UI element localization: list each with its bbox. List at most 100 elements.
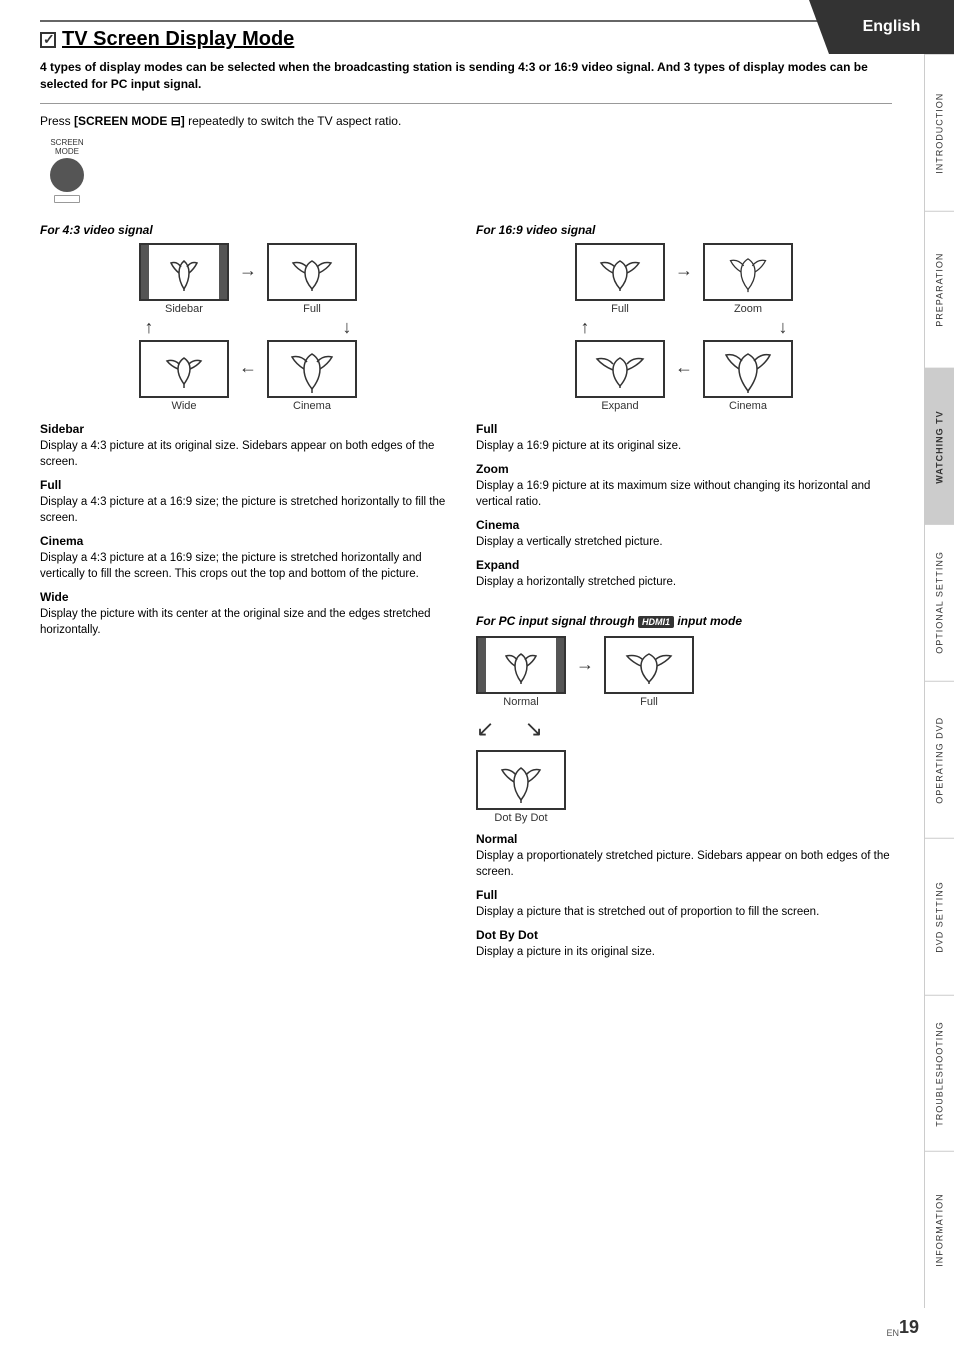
tv-169-expand-box: [575, 340, 665, 398]
signal-43-title: For 4:3 video signal: [40, 223, 456, 237]
arrow-down-right: ↓: [343, 317, 352, 338]
sidebar-section-info: INFORMATION: [925, 1151, 954, 1308]
right-sidebar: INTRODUCTION PREPARATION WATCHING TV OPT…: [924, 54, 954, 1308]
sidebar-desc: Display a 4:3 picture at its original si…: [40, 438, 456, 470]
sidebar-section-operating: OPERATING DVD: [925, 681, 954, 838]
diag-full-top: Full: [267, 243, 357, 315]
arrows-169-vert: ↑ ↓: [476, 317, 892, 338]
diag-sidebar: Sidebar: [139, 243, 229, 315]
hdmi-badge: HDMI1: [638, 616, 674, 628]
arrow-left-1: ←: [239, 357, 257, 394]
pc-row1: Normal →: [476, 636, 694, 708]
arrow-pc-down-right: ↘: [524, 716, 542, 742]
arrow-169-up: ↑: [581, 317, 590, 338]
label-cinema: Cinema: [293, 400, 331, 412]
pc-title-before: For PC input signal through: [476, 614, 638, 628]
tv-pc-full-box: [604, 636, 694, 694]
expand-heading: Expand: [476, 558, 892, 572]
header-line: [40, 20, 892, 22]
pc-normal-cell: Normal: [476, 636, 566, 708]
arrow-pc-right: →: [576, 654, 594, 691]
pc-title: For PC input signal through HDMI1 input …: [476, 614, 892, 628]
arrow-up-left: ↑: [145, 317, 154, 338]
arrow-pc-down-left: ↙: [476, 716, 494, 742]
page-title: TV Screen Display Mode: [40, 28, 892, 51]
tulip-wide-svg: [149, 348, 219, 390]
title-text: TV Screen Display Mode: [62, 28, 294, 51]
sidebar-section-watching: WATCHING TV: [925, 368, 954, 525]
label-wide: Wide: [171, 400, 196, 412]
dbd-desc: Display a picture in its original size.: [476, 944, 892, 960]
diag-169-expand: Expand: [575, 340, 665, 412]
pc-title-text: For PC input signal through HDMI1 input …: [476, 614, 742, 628]
col-43: For 4:3 video signal: [40, 223, 456, 965]
cinema-heading-43: Cinema: [40, 534, 456, 548]
tulip-169-expand-svg: [585, 348, 655, 390]
page-number: 19: [899, 1317, 919, 1338]
tulip-169-zoom-svg: [713, 251, 783, 293]
label-169-full: Full: [611, 303, 629, 315]
arrow-169-down: ↓: [779, 317, 788, 338]
tulip-full-svg: [277, 251, 347, 293]
zoom-heading: Zoom: [476, 462, 892, 476]
checkbox-icon: [40, 32, 56, 48]
subtitle-text: 4 types of display modes can be selected…: [40, 59, 892, 93]
cinema-desc-169: Display a vertically stretched picture.: [476, 534, 892, 550]
label-pc-normal: Normal: [503, 696, 538, 708]
signal-169-title: For 16:9 video signal: [476, 223, 892, 237]
full-heading-pc: Full: [476, 888, 892, 902]
english-tab: English: [829, 0, 954, 54]
col-right: For 16:9 video signal Full: [476, 223, 892, 965]
full-desc-pc: Display a picture that is stretched out …: [476, 904, 892, 920]
cinema-heading-169: Cinema: [476, 518, 892, 532]
full-heading-169: Full: [476, 422, 892, 436]
press-instruction: Press [SCREEN MODE ⊟] repeatedly to swit…: [40, 114, 892, 128]
main-content: TV Screen Display Mode 4 types of displa…: [0, 0, 922, 1004]
sidebar-section-preparation: PREPARATION: [925, 211, 954, 368]
label-169-expand: Expand: [601, 400, 638, 412]
tv-169-cinema-box: [703, 340, 793, 398]
pc-arrows: ↙ ↘: [476, 716, 543, 742]
label-sidebar: Sidebar: [165, 303, 203, 315]
screen-mode-bold: [SCREEN MODE ⊟]: [74, 114, 185, 128]
diagram-169: Full → Zoom: [476, 243, 892, 412]
pc-section: For PC input signal through HDMI1 input …: [476, 614, 892, 960]
full-heading-43: Full: [40, 478, 456, 492]
tulip-169-full-svg: [585, 251, 655, 293]
arrow-right-1: →: [239, 260, 257, 297]
screen-mode-label: SCREENMODE: [50, 138, 83, 156]
tv-pc-normal-box: [476, 636, 566, 694]
pc-full-cell: Full: [604, 636, 694, 708]
diag-169-zoom: Zoom: [703, 243, 793, 315]
tulip-pc-full-svg: [614, 644, 684, 686]
sidebar-section-trouble: TROUBLESHOOTING: [925, 995, 954, 1152]
divider-line: [40, 103, 892, 104]
label-pc-full: Full: [640, 696, 658, 708]
diag-cinema: Cinema: [267, 340, 357, 412]
diag-169-full: Full: [575, 243, 665, 315]
cinema-desc-43: Display a 4:3 picture at a 16:9 size; th…: [40, 550, 456, 582]
english-label: English: [863, 18, 921, 36]
wide-desc: Display the picture with its center at t…: [40, 606, 456, 638]
button-monitor: [54, 195, 80, 203]
diag-row-169-1: Full → Zoom: [476, 243, 892, 315]
tv-full-box: [267, 243, 357, 301]
label-full-top: Full: [303, 303, 321, 315]
tulip-169-cinema-svg: [713, 343, 783, 395]
screen-mode-icon: SCREENMODE: [50, 138, 84, 203]
diag-wide: Wide: [139, 340, 229, 412]
sidebar-section-optional: OPTIONAL SETTING: [925, 524, 954, 681]
arrows-vert-row: ↑ ↓: [40, 317, 456, 338]
tulip-sidebar-svg: [159, 251, 209, 293]
pc-diagram: Normal →: [476, 636, 892, 824]
zoom-desc: Display a 16:9 picture at its maximum si…: [476, 478, 892, 510]
page-en-label: EN: [886, 1328, 899, 1338]
tulip-pc-normal-svg: [496, 644, 546, 686]
tv-169-zoom-box: [703, 243, 793, 301]
button-circle: [50, 158, 84, 192]
label-169-zoom: Zoom: [734, 303, 762, 315]
diag-row-169-2: Expand ← Cinema: [476, 340, 892, 412]
tv-169-full-box: [575, 243, 665, 301]
diagram-43: Sidebar → Full: [40, 243, 456, 412]
arrow-169-left: ←: [675, 357, 693, 394]
